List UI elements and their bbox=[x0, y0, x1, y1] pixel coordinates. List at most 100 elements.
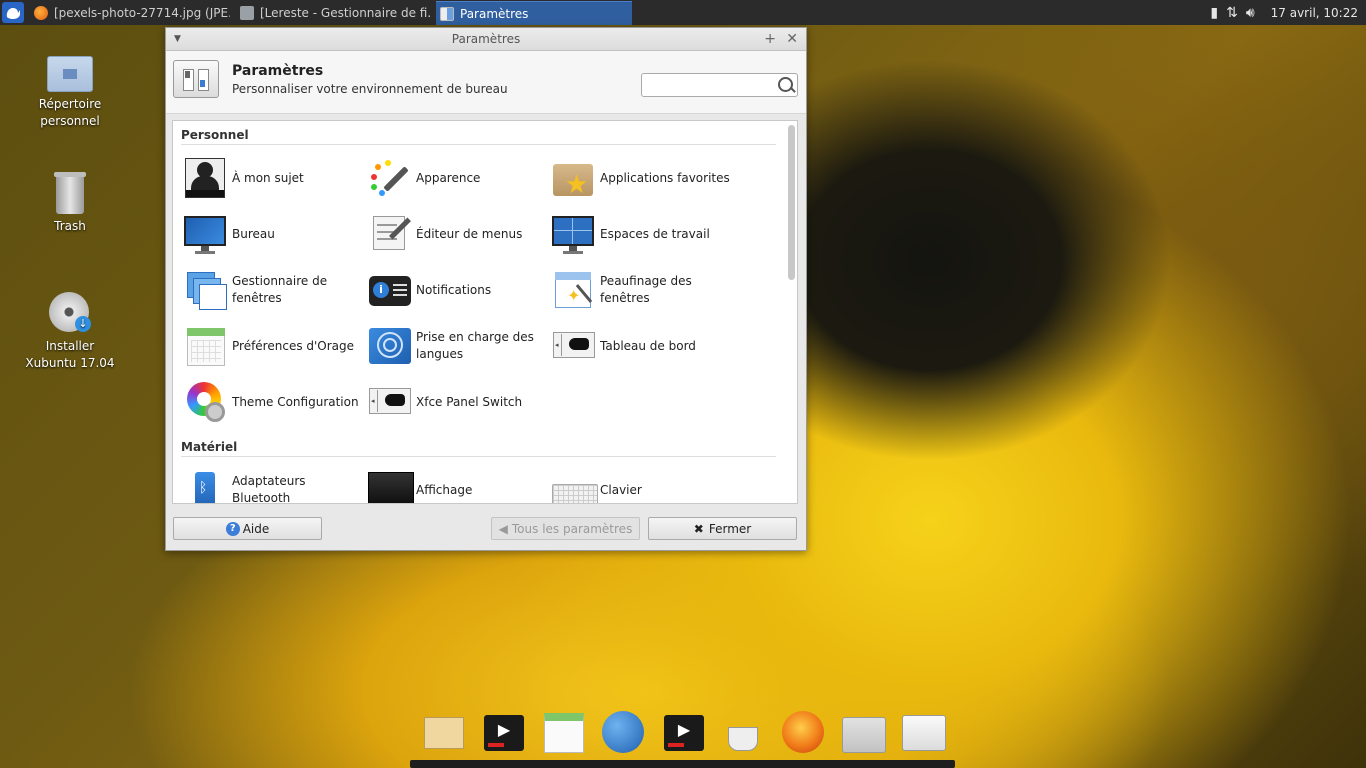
dialog-footer: ? Aide ◀ Tous les paramètres ✖ Fermer bbox=[166, 502, 806, 550]
settings-icon bbox=[440, 6, 454, 21]
dock-mail[interactable] bbox=[422, 711, 466, 755]
appearance-icon bbox=[367, 156, 411, 200]
about-me-icon bbox=[183, 156, 227, 200]
install-disc-icon: ↓ bbox=[49, 292, 91, 334]
help-button[interactable]: ? Aide bbox=[173, 517, 322, 540]
taskbar-item-image-viewer[interactable]: [pexels-photo-27714.jpg (JPE... bbox=[30, 1, 230, 24]
setting-language-support[interactable]: Prise en charge des langues bbox=[367, 320, 547, 372]
setting-panel[interactable]: ◂ Tableau de bord bbox=[551, 320, 731, 372]
firefox-icon bbox=[782, 711, 824, 753]
vertical-scrollbar[interactable] bbox=[788, 124, 795, 500]
setting-label: Adaptateurs Bluetooth bbox=[232, 474, 306, 504]
network-icon[interactable]: ⇅ bbox=[1226, 5, 1238, 21]
setting-label: Applications favorites bbox=[600, 170, 730, 185]
setting-notifications[interactable]: i Notifications bbox=[367, 264, 547, 316]
language-support-icon bbox=[367, 324, 411, 368]
dock-settings[interactable] bbox=[902, 711, 946, 755]
scrollbar-thumb[interactable] bbox=[788, 125, 795, 280]
whisker-menu-button[interactable] bbox=[2, 2, 24, 23]
dock: ▶ ▶ bbox=[410, 703, 955, 768]
desktop-icon-label: Trash bbox=[54, 219, 86, 233]
setting-label: Notifications bbox=[416, 282, 492, 297]
battery-icon[interactable]: ▮ bbox=[1210, 5, 1218, 21]
panel-switch-icon: ◂ bbox=[367, 380, 411, 424]
setting-label: Peaufinage des fenêtres bbox=[600, 274, 692, 305]
favorite-apps-icon: ★ bbox=[551, 156, 595, 200]
search-input[interactable] bbox=[646, 75, 775, 97]
setting-display[interactable]: Affichage bbox=[367, 464, 547, 503]
caffeine-icon bbox=[728, 727, 758, 751]
bluetooth-icon: ᛒ bbox=[183, 468, 227, 503]
settings-window: ▼ Paramètres + ✕ Paramètres Personnalise… bbox=[165, 27, 807, 551]
taskbar-item-label: [Lereste - Gestionnaire de fi... bbox=[260, 5, 430, 20]
settings-icon bbox=[173, 60, 219, 98]
volume-icon[interactable]: 🔊︎ bbox=[1246, 5, 1255, 21]
setting-label: Tableau de bord bbox=[600, 338, 696, 353]
close-button-label: Fermer bbox=[708, 521, 752, 536]
desktop-icon-home[interactable]: Répertoire personnel bbox=[20, 52, 120, 130]
search-box[interactable] bbox=[641, 73, 798, 97]
taskbar-item-label: [pexels-photo-27714.jpg (JPE... bbox=[54, 5, 230, 20]
taskbar-item-label: Paramètres bbox=[460, 6, 529, 21]
help-icon: ? bbox=[225, 521, 240, 536]
section-title-personnel: Personnel bbox=[181, 128, 249, 142]
taskbar-item-settings[interactable]: Paramètres bbox=[436, 1, 632, 25]
section-divider bbox=[181, 456, 776, 457]
setting-favorite-apps[interactable]: ★ Applications favorites bbox=[551, 152, 731, 204]
taskbar-item-file-manager[interactable]: [Lereste - Gestionnaire de fi... bbox=[236, 1, 430, 24]
notifications-icon: i bbox=[367, 268, 411, 312]
dock-home-folder[interactable] bbox=[842, 711, 886, 755]
setting-panel-switch[interactable]: ◂ Xfce Panel Switch bbox=[367, 376, 547, 428]
maximize-icon[interactable]: + bbox=[764, 28, 776, 50]
header-subtitle: Personnaliser votre environnement de bur… bbox=[232, 82, 508, 96]
theme-config-icon bbox=[183, 380, 227, 424]
top-panel: [pexels-photo-27714.jpg (JPE... [Lereste… bbox=[0, 0, 1366, 25]
home-folder-icon bbox=[842, 717, 886, 753]
setting-bluetooth[interactable]: ᛒ Adaptateurs Bluetooth bbox=[183, 464, 363, 504]
arrow-left-icon: ◀ bbox=[498, 521, 508, 536]
desktop-icon-trash[interactable]: Trash bbox=[20, 170, 120, 235]
firefox-icon bbox=[34, 5, 48, 20]
dock-caffeine[interactable] bbox=[722, 711, 766, 755]
all-settings-button[interactable]: ◀ Tous les paramètres bbox=[491, 517, 640, 540]
setting-window-tweaks[interactable]: ✦ Peaufinage des fenêtres bbox=[551, 264, 731, 316]
setting-label: Espaces de travail bbox=[600, 226, 710, 241]
window-title: Paramètres bbox=[451, 32, 521, 46]
setting-about-me[interactable]: À mon sujet bbox=[183, 152, 363, 204]
window-manager-icon bbox=[183, 268, 227, 312]
workspaces-icon bbox=[551, 212, 595, 256]
setting-label: Bureau bbox=[232, 226, 275, 241]
setting-label: Préférences d'Orage bbox=[232, 338, 355, 353]
panel-icon: ◂ bbox=[551, 324, 595, 368]
dock-web-browser[interactable] bbox=[602, 711, 646, 755]
setting-appearance[interactable]: Apparence bbox=[367, 152, 547, 204]
dock-calendar[interactable] bbox=[542, 711, 586, 755]
setting-theme-config[interactable]: Theme Configuration bbox=[183, 376, 363, 428]
dock-firefox[interactable] bbox=[782, 711, 826, 755]
calendar-icon bbox=[544, 713, 584, 753]
dock-media-player-2[interactable]: ▶ bbox=[662, 711, 706, 755]
window-menu-icon[interactable]: ▼ bbox=[174, 28, 181, 50]
section-divider bbox=[181, 144, 776, 145]
desktop-icon-installer[interactable]: ↓ Installer Xubuntu 17.04 bbox=[20, 292, 120, 372]
setting-label: Gestionnaire de fenêtres bbox=[232, 274, 328, 305]
help-button-label: Aide bbox=[242, 521, 270, 536]
section-title-materiel: Matériel bbox=[181, 440, 238, 454]
setting-orage[interactable]: Préférences d'Orage bbox=[183, 320, 363, 372]
search-icon[interactable] bbox=[778, 77, 793, 92]
window-titlebar[interactable]: ▼ Paramètres + ✕ bbox=[166, 28, 806, 51]
setting-workspaces[interactable]: Espaces de travail bbox=[551, 208, 731, 260]
home-folder-icon bbox=[47, 52, 93, 92]
clock[interactable]: 17 avril, 10:22 bbox=[1271, 6, 1358, 20]
setting-menu-editor[interactable]: Éditeur de menus bbox=[367, 208, 547, 260]
close-icon[interactable]: ✕ bbox=[786, 28, 798, 50]
setting-desktop[interactable]: Bureau bbox=[183, 208, 363, 260]
dock-media-player[interactable]: ▶ bbox=[482, 711, 526, 755]
setting-keyboard[interactable]: Clavier bbox=[551, 464, 731, 503]
setting-label: Xfce Panel Switch bbox=[416, 394, 523, 409]
close-button[interactable]: ✖ Fermer bbox=[648, 517, 797, 540]
desktop-icon-label: Installer Xubuntu 17.04 bbox=[25, 339, 115, 370]
setting-label: Apparence bbox=[416, 170, 481, 185]
display-icon bbox=[367, 468, 414, 503]
setting-window-manager[interactable]: Gestionnaire de fenêtres bbox=[183, 264, 363, 316]
